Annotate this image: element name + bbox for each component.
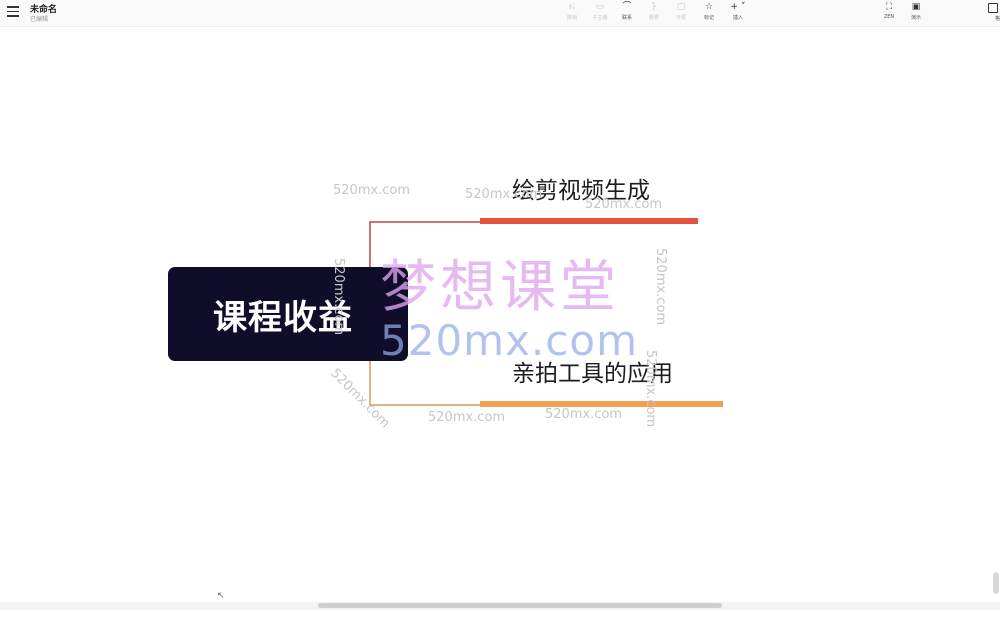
hamburger-menu-icon[interactable] [7,6,19,18]
watermark-small: 520mx.com [333,183,411,198]
top-toolbar: 未命名 已编辑 ⎌ 撤销 ▭ 子主题 ⌒ 联系 } 概要 ▢ 外框 ☆ 标记 +… [0,0,1000,27]
summary-button[interactable]: } 概要 [641,2,667,21]
watermark-main-cn: 梦想课堂 [380,255,620,320]
watermark-main-en: 520mx.com [380,316,638,365]
relation-icon: ⌒ [622,2,632,12]
undo-icon: ⎌ [568,2,576,12]
subtopic-icon: ▭ [595,2,605,12]
format-panel-icon[interactable] [988,3,998,13]
present-button[interactable]: ▣ 演示 [903,2,929,21]
watermark-small: 520mx.com [585,197,663,212]
vertical-scrollbar-thumb[interactable] [993,572,999,594]
save-status: 已编辑 [30,16,49,23]
undo-button[interactable]: ⎌ 撤销 [559,2,585,21]
watermark-small: 520mx.com [653,248,668,326]
marker-button[interactable]: ☆ 标记 [696,2,722,21]
play-icon: ▣ [911,2,921,12]
mouse-cursor-icon: ↖ [217,591,225,601]
watermark-small: 520mx.com [465,187,543,202]
watermark-small: 520mx.com [331,258,346,336]
watermark-small: 520mx.com [643,350,658,428]
horizontal-scrollbar-thumb[interactable] [318,603,722,608]
summary-icon: } [651,2,657,12]
watermark-small: 520mx.com [545,407,623,422]
branch-underline-1 [480,218,698,224]
frame-button[interactable]: ▢ 外框 [668,2,694,21]
subtopic-button[interactable]: ▭ 子主题 [587,2,613,21]
plus-icon: + ˅ [730,2,746,12]
root-topic[interactable]: 课程收益 [168,267,408,361]
fullscreen-icon: ⛶ [885,2,893,12]
watermark-small: 520mx.com [428,410,506,425]
relation-button[interactable]: ⌒ 联系 [614,2,640,21]
zen-button[interactable]: ⛶ ZEN [876,2,902,20]
insert-button[interactable]: + ˅ 插入 [725,2,751,21]
frame-icon: ▢ [676,2,686,12]
format-panel-label: 格 [994,16,1000,22]
star-icon: ☆ [704,2,714,12]
